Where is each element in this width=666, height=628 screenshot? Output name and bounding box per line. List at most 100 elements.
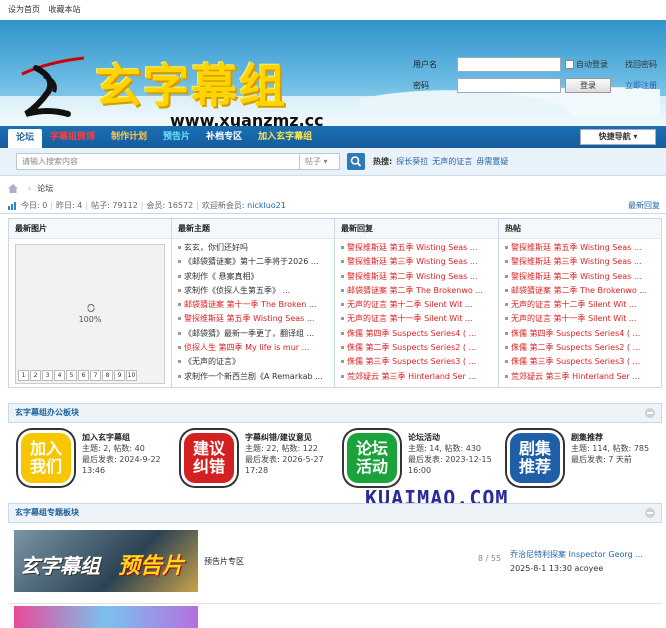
thread-link[interactable]: 侏儒 第四季 Suspects Series4 ( ... xyxy=(341,327,494,341)
board-recommend[interactable]: 剧集推荐 剧集推荐 主题: 114, 帖数: 785 最后发表: 7 天前 xyxy=(497,424,660,500)
auto-login-checkbox[interactable] xyxy=(565,59,574,69)
thread-link[interactable]: 无声的证言 第十一季 Silent Wit ... xyxy=(341,312,494,326)
header-banner: 玄字幕组 www.xuanzmz.cc 用户名 自动登录 找回密码 密码 登录 … xyxy=(0,20,666,126)
new-member-link[interactable]: nickluo21 xyxy=(247,201,286,210)
pager-button[interactable]: 3 xyxy=(42,370,53,381)
thread-link[interactable]: 求制作《 悬案真相》 xyxy=(178,270,330,284)
bookmark-link[interactable]: 收藏本站 xyxy=(49,5,81,14)
board-name[interactable]: 加入玄字幕组 xyxy=(82,432,161,443)
search-input[interactable]: 请输入搜索内容 xyxy=(16,153,300,170)
nav-backup[interactable]: 补档专区 xyxy=(198,126,250,148)
board-feedback[interactable]: 建议纠错 字幕纠错/建议意见 主题: 22, 帖数: 122 最后发表: 202… xyxy=(171,424,334,500)
board-stats: 主题: 22, 帖数: 122 xyxy=(245,444,319,453)
nav-trailers[interactable]: 预告片 xyxy=(155,126,198,148)
search-type-select[interactable]: 帖子 ▾ xyxy=(300,153,340,170)
main-nav: 论坛 字幕组微博 制作计划 预告片 补档专区 加入玄字幕组 快捷导航 ▾ xyxy=(0,126,666,148)
pager-button[interactable]: 5 xyxy=(66,370,77,381)
hot-search-link[interactable]: 探长葵拉 xyxy=(396,156,428,167)
nav-plans[interactable]: 制作计划 xyxy=(103,126,155,148)
thread-link[interactable]: 无声的证言 第十二季 Silent Wit ... xyxy=(341,298,494,312)
thread-link[interactable]: 荒郊疑云 第三季 Hinterland Ser ... xyxy=(341,370,494,384)
thread-link[interactable]: 邮袋猜谜案 第十一季 The Broken ... xyxy=(178,298,330,312)
logo-text: 玄字幕组 xyxy=(95,59,287,113)
feedback-icon[interactable]: 建议纠错 xyxy=(181,430,237,486)
last-post-title[interactable]: 乔治尼特利探案 Inspector Georg ... xyxy=(510,548,643,562)
events-icon[interactable]: 论坛活动 xyxy=(344,430,400,486)
board-last-post: 最后发表: 2024-9-22 xyxy=(82,455,161,464)
board-name[interactable]: 预告片专区 xyxy=(204,556,244,567)
thread-link[interactable]: 《无声的证言》 xyxy=(178,355,330,369)
thread-link[interactable]: 警探维斯廷 第五季 Wisting Seas ... xyxy=(178,312,330,326)
thread-link[interactable]: 求制作《侦探人生第五季》 ... xyxy=(178,284,330,298)
board-name[interactable]: 剧集推荐 xyxy=(571,432,649,443)
nav-weibo[interactable]: 字幕组微博 xyxy=(42,126,103,148)
thread-link[interactable]: 侦探人生 第四季 My life is mur ... xyxy=(178,341,330,355)
pager-button[interactable]: 7 xyxy=(90,370,101,381)
hot-search-link[interactable]: 毋需置疑 xyxy=(476,156,508,167)
nav-forum[interactable]: 论坛 xyxy=(8,129,43,148)
pager-button[interactable]: 8 xyxy=(102,370,113,381)
pager-button[interactable]: 4 xyxy=(54,370,65,381)
search-button[interactable] xyxy=(347,153,365,170)
pager-button[interactable]: 10 xyxy=(126,370,137,381)
thread-link[interactable]: 求制作一个新西兰剧《A Remarkab ... xyxy=(178,370,330,384)
trailer-board-image[interactable]: 玄字幕组 预告片 xyxy=(14,530,198,592)
collapse-icon[interactable] xyxy=(645,508,655,518)
pager-button[interactable]: 9 xyxy=(114,370,125,381)
panel-title: 热帖 xyxy=(499,219,661,239)
register-link[interactable]: 立即注册 xyxy=(625,80,657,91)
last-post-user[interactable]: acoyee xyxy=(574,564,603,573)
thread-link[interactable]: 荒郊疑云 第三季 Hinterland Ser ... xyxy=(505,370,657,384)
thread-link[interactable]: 玄玄，你们还好吗 xyxy=(178,241,330,255)
thread-link[interactable]: 无声的证言 第十一季 Silent Wit ... xyxy=(505,312,657,326)
pager-button[interactable]: 2 xyxy=(30,370,41,381)
thread-link[interactable]: 警探维斯廷 第二季 Wisting Seas ... xyxy=(341,270,494,284)
collapse-icon[interactable] xyxy=(645,408,655,418)
join-us-icon[interactable]: 加入我们 xyxy=(18,430,74,486)
set-home-link[interactable]: 设为首页 xyxy=(8,5,40,14)
thread-link[interactable]: 无声的证言 第十二季 Silent Wit ... xyxy=(505,298,657,312)
logo-url: www.xuanzmz.cc xyxy=(170,111,324,126)
special-section-header: 玄字幕组专题板块 xyxy=(8,503,662,523)
next-board-image[interactable] xyxy=(14,606,198,628)
login-button[interactable]: 登录 xyxy=(565,77,611,93)
thread-link[interactable]: 侏儒 第四季 Suspects Series4 ( ... xyxy=(505,327,657,341)
latest-reply-link[interactable]: 最新回复 xyxy=(628,200,660,211)
image-slideshow[interactable]: 100% 1 2 3 4 5 6 7 8 9 10 xyxy=(15,244,165,384)
username-input[interactable] xyxy=(457,56,561,72)
thread-link[interactable]: 邮袋猜谜案 第二季 The Brokenwo ... xyxy=(505,284,657,298)
board-trailers: 玄字幕组 预告片 预告片专区 8 / 55 乔治尼特利探案 Inspector … xyxy=(8,524,662,604)
breadcrumb-current[interactable]: 论坛 xyxy=(37,183,53,194)
thread-link[interactable]: 警探维斯廷 第五季 Wisting Seas ... xyxy=(341,241,494,255)
board-stats: 主题: 2, 帖数: 40 xyxy=(82,444,145,453)
board-name[interactable]: 论坛活动 xyxy=(408,432,492,443)
thread-link[interactable]: 警探维斯廷 第二季 Wisting Seas ... xyxy=(505,270,657,284)
thread-link[interactable]: 侏儒 第二季 Suspects Series2 ( ... xyxy=(341,341,494,355)
thread-link[interactable]: 警探维斯廷 第三季 Wisting Seas ... xyxy=(341,255,494,269)
board-name[interactable]: 字幕纠错/建议意见 xyxy=(245,432,324,443)
recommend-icon[interactable]: 剧集推荐 xyxy=(507,430,563,486)
thread-link[interactable]: 警探维斯廷 第五季 Wisting Seas ... xyxy=(505,241,657,255)
nav-join[interactable]: 加入玄字幕组 xyxy=(250,126,320,148)
hot-search-link[interactable]: 无声的证言 xyxy=(432,156,472,167)
board-join[interactable]: 加入我们 加入玄字幕组 主题: 2, 帖数: 40 最后发表: 2024-9-2… xyxy=(8,424,171,500)
board-counts: 8 / 55 xyxy=(478,554,502,563)
search-icon xyxy=(350,156,362,167)
thread-link[interactable]: 警探维斯廷 第三季 Wisting Seas ... xyxy=(505,255,657,269)
pager-button[interactable]: 1 xyxy=(18,370,29,381)
quick-nav-button[interactable]: 快捷导航 ▾ xyxy=(580,129,656,145)
home-icon[interactable] xyxy=(8,183,18,193)
password-input[interactable] xyxy=(457,77,561,93)
stats-chart-icon xyxy=(8,201,16,210)
thread-link[interactable]: 侏儒 第三季 Suspects Series3 ( ... xyxy=(505,355,657,369)
board-last-time: 17:28 xyxy=(245,466,269,475)
thread-link[interactable]: 《邮袋猜谜案》第十二季将于2026 ... xyxy=(178,255,330,269)
thread-link[interactable]: 侏儒 第三季 Suspects Series3 ( ... xyxy=(341,355,494,369)
find-password-link[interactable]: 找回密码 xyxy=(625,59,657,70)
password-label: 密码 xyxy=(413,80,429,90)
thread-link[interactable]: 《邮袋猜》最新一季更了，翻译组 ... xyxy=(178,327,330,341)
thread-link[interactable]: 邮袋猜谜案 第二季 The Brokenwo ... xyxy=(341,284,494,298)
pager-button[interactable]: 6 xyxy=(78,370,89,381)
yesterday-count: 4 xyxy=(77,201,83,210)
thread-link[interactable]: 侏儒 第二季 Suspects Series2 ( ... xyxy=(505,341,657,355)
